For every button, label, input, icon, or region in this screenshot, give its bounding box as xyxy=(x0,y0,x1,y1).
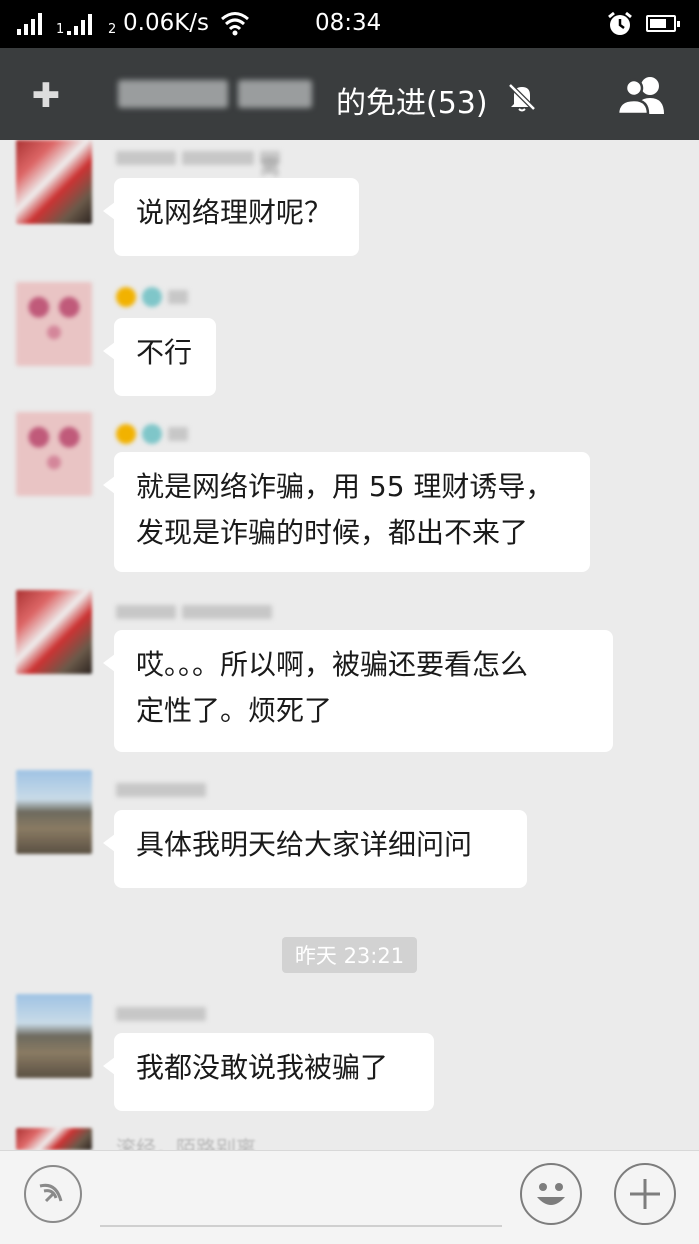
signal-icon-sim1 xyxy=(17,11,42,35)
status-bar: 1 2 0.06K/s 08:34 xyxy=(0,0,699,48)
sender-name xyxy=(116,1004,206,1024)
avatar[interactable] xyxy=(16,994,92,1078)
message-bubble[interactable]: 说网络理财呢？ xyxy=(103,178,359,256)
network-speed: 0.06K/s xyxy=(123,10,210,36)
sender-name xyxy=(116,780,206,800)
avatar[interactable] xyxy=(16,590,92,674)
battery-icon xyxy=(646,15,680,32)
message-input[interactable] xyxy=(100,1225,502,1227)
input-bar xyxy=(0,1150,699,1244)
timestamp-divider: 昨天 23:21 xyxy=(282,937,417,973)
avatar[interactable] xyxy=(16,770,92,854)
voice-icon[interactable] xyxy=(24,1165,82,1223)
chat-message-list[interactable]: 离 说网络理财呢？ 不行 就是网络诈骗，用 55 理财诱导， 发现是诈骗的时候，… xyxy=(0,140,699,1150)
chat-header: ✚ 的免进(53) xyxy=(0,48,699,140)
alarm-icon xyxy=(606,10,634,44)
sender-name xyxy=(116,287,188,307)
wifi-icon xyxy=(220,10,250,42)
sender-name: 离 xyxy=(116,148,280,179)
avatar[interactable] xyxy=(16,1128,92,1150)
group-members-icon[interactable] xyxy=(614,74,674,118)
bell-off-icon xyxy=(505,80,539,114)
signal-icon-sim2 xyxy=(67,11,92,35)
avatar[interactable] xyxy=(16,282,92,366)
sender-name: 滚经，陌路别离 xyxy=(116,1136,256,1150)
plus-icon[interactable] xyxy=(614,1163,676,1225)
emoji-icon[interactable] xyxy=(520,1163,582,1225)
message-bubble[interactable]: 就是网络诈骗，用 55 理财诱导， 发现是诈骗的时候，都出不来了 xyxy=(103,452,590,572)
message-bubble[interactable]: 哎。。。所以啊，被骗还要看怎么 定性了。烦死了 xyxy=(103,630,613,752)
message-bubble[interactable]: 不行 xyxy=(103,318,216,396)
message-bubble[interactable]: 我都没敢说我被骗了 xyxy=(103,1033,434,1111)
sim2-label: 2 xyxy=(108,22,117,37)
clock: 08:34 xyxy=(315,10,382,36)
sender-name xyxy=(116,424,188,444)
group-title: 的免进(53) xyxy=(336,86,488,121)
sim1-label: 1 xyxy=(56,22,65,37)
avatar[interactable] xyxy=(16,412,92,496)
sender-name xyxy=(116,602,272,622)
message-bubble[interactable]: 具体我明天给大家详细问问 xyxy=(103,810,527,888)
group-title-blurred xyxy=(118,80,312,108)
avatar[interactable] xyxy=(16,140,92,224)
plus-icon[interactable]: ✚ xyxy=(20,70,72,122)
